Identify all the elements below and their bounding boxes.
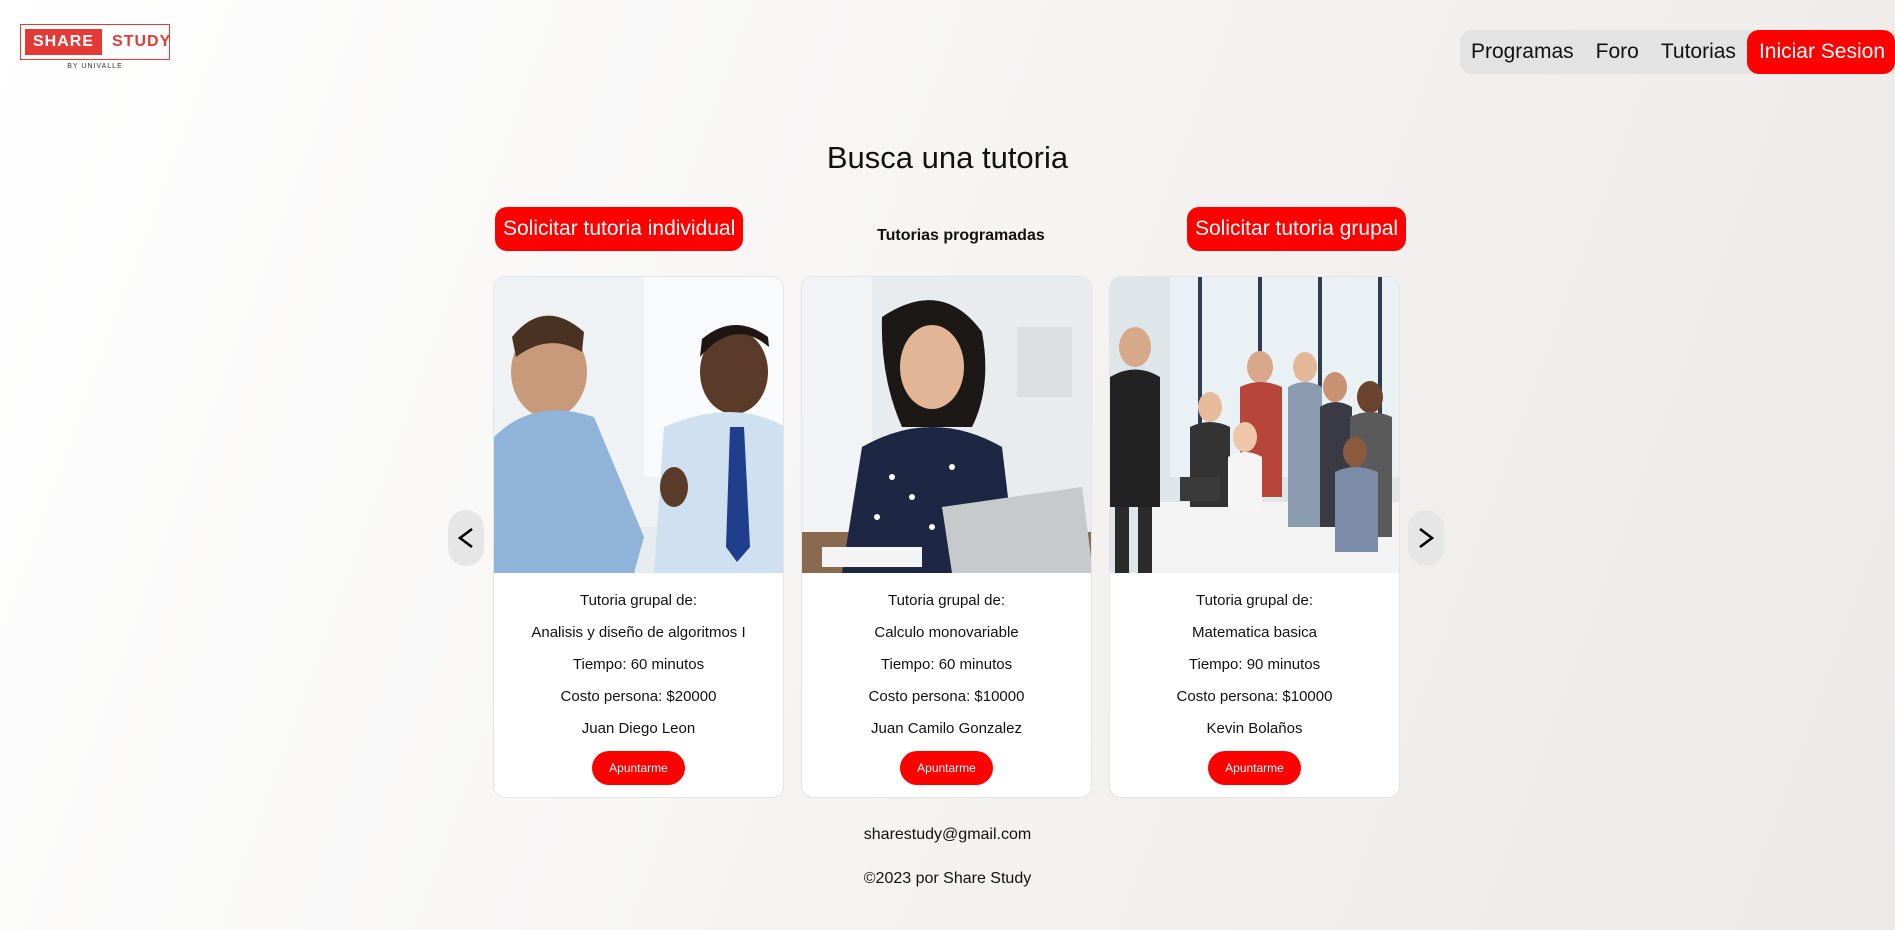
card-heading: Tutoria grupal de: [887, 592, 1005, 609]
nav-tutorias[interactable]: Tutorias [1650, 30, 1747, 74]
card-cost: Costo persona: $10000 [1176, 688, 1333, 705]
logo[interactable]: SHARE STUDY BY UNIVALLE [20, 24, 170, 70]
login-button[interactable]: Iniciar Sesion [1746, 30, 1895, 74]
card-time: Tiempo: 60 minutos [572, 656, 705, 673]
carousel-prev-button[interactable] [448, 510, 484, 566]
card-tutor: Juan Diego Leon [581, 720, 696, 737]
enroll-button[interactable]: Apuntarme [592, 751, 685, 785]
card-body: Tutoria grupal de: Analisis y diseño de … [494, 573, 783, 785]
enroll-button[interactable]: Apuntarme [900, 751, 993, 785]
nav-foro[interactable]: Foro [1585, 30, 1650, 74]
nav-programas[interactable]: Programas [1460, 30, 1585, 74]
card-body: Tutoria grupal de: Matematica basica Tie… [1110, 573, 1399, 785]
logo-box: SHARE STUDY [20, 24, 170, 60]
card-tutor: Kevin Bolaños [1206, 720, 1303, 737]
carousel-next-button[interactable] [1408, 510, 1444, 566]
card-subject: Calculo monovariable [874, 624, 1019, 641]
chevron-left-icon [457, 527, 473, 549]
request-individual-tutoring-button[interactable]: Solicitar tutoria individual [495, 207, 744, 251]
card-heading: Tutoria grupal de: [1195, 592, 1313, 609]
card-tutor: Juan Camilo Gonzalez [871, 720, 1022, 737]
card-cost: Costo persona: $20000 [560, 688, 717, 705]
request-group-tutoring-button[interactable]: Solicitar tutoria grupal [1187, 207, 1407, 251]
footer-email: sharestudy@gmail.com [863, 826, 1032, 843]
tutoring-card: Tutoria grupal de: Analisis y diseño de … [493, 276, 784, 798]
tutoring-card: Tutoria grupal de: Calculo monovariable … [801, 276, 1092, 798]
card-time: Tiempo: 90 minutos [1188, 656, 1321, 673]
logo-subtitle: BY UNIVALLE [67, 63, 123, 70]
card-subject: Analisis y diseño de algoritmos I [531, 624, 746, 641]
card-time: Tiempo: 60 minutos [880, 656, 1013, 673]
two-men-meeting-photo [494, 277, 783, 573]
card-subject: Matematica basica [1191, 624, 1318, 641]
card-heading: Tutoria grupal de: [579, 592, 697, 609]
programmed-tutorings-title: Tutorias programadas [877, 227, 1045, 244]
top-nav: Programas Foro Tutorias Iniciar Sesion [1459, 30, 1895, 74]
logo-study-text: STUDY [112, 33, 172, 50]
footer-copyright: ©2023 por Share Study [863, 870, 1032, 887]
tutoring-card: Tutoria grupal de: Matematica basica Tie… [1109, 276, 1400, 798]
chevron-right-icon [1419, 527, 1435, 549]
logo-share-text: SHARE [25, 29, 103, 55]
group-meeting-photo [1110, 277, 1399, 573]
enroll-button[interactable]: Apuntarme [1208, 751, 1301, 785]
card-body: Tutoria grupal de: Calculo monovariable … [802, 573, 1091, 785]
page-title: Busca una tutoria [826, 140, 1069, 175]
woman-laptop-photo [802, 277, 1091, 573]
card-cost: Costo persona: $10000 [868, 688, 1025, 705]
